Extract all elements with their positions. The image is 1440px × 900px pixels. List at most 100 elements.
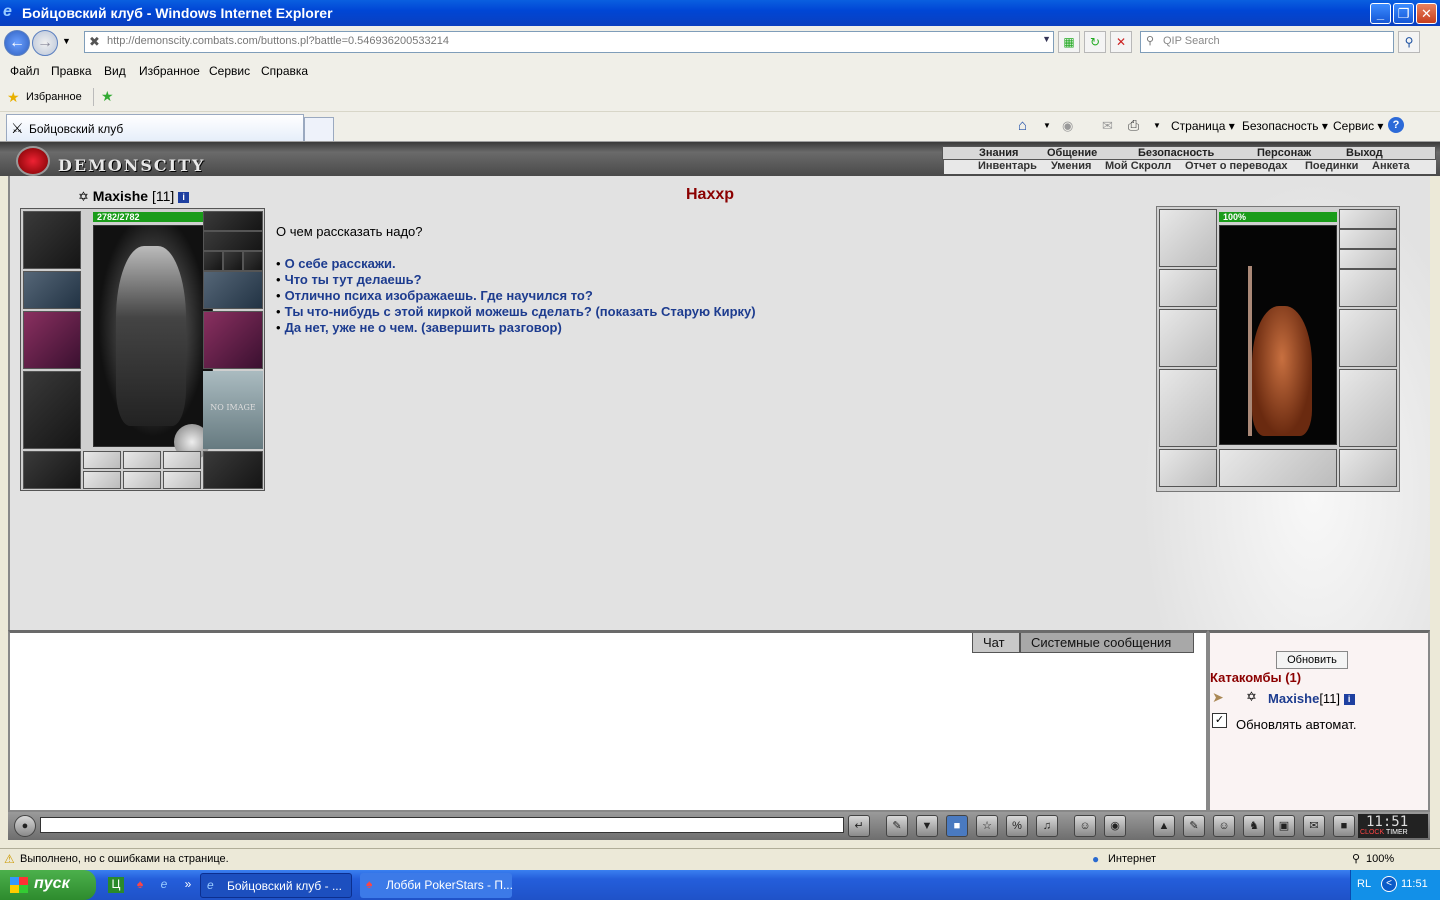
- refresh-icon[interactable]: ↻: [1084, 31, 1106, 53]
- refresh-button[interactable]: Обновить: [1276, 651, 1348, 669]
- smiley-icon[interactable]: ☺: [1074, 815, 1096, 837]
- ring3-slot[interactable]: [243, 251, 263, 271]
- home-dropdown-icon[interactable]: ▼: [1043, 121, 1051, 130]
- close-window-button[interactable]: ✕: [1416, 3, 1437, 24]
- dialog-option-psycho[interactable]: • Отлично психа изображаешь. Где научился…: [276, 288, 756, 304]
- history-dropdown-icon[interactable]: ▼: [62, 36, 71, 46]
- clan-icon[interactable]: ♞: [1243, 815, 1265, 837]
- subnav-skills[interactable]: Умения: [1051, 160, 1091, 172]
- minimize-button[interactable]: _: [1370, 3, 1391, 24]
- quicklaunch-app-icon[interactable]: Ц: [108, 877, 124, 893]
- dialog-option-end-talk[interactable]: • Да нет, уже не о чем. (завершить разгов…: [276, 320, 756, 336]
- helmet-icon[interactable]: ◉: [1104, 815, 1126, 837]
- run-icon[interactable]: ☆: [976, 815, 998, 837]
- boots-slot[interactable]: [203, 451, 263, 489]
- dialog-option-about-self[interactable]: • О себе расскажи.: [276, 256, 756, 272]
- language-indicator[interactable]: RL: [1357, 878, 1371, 890]
- nav-security[interactable]: Безопасность: [1138, 147, 1214, 159]
- private-message-icon[interactable]: ➤: [1212, 689, 1224, 706]
- compatibility-icon[interactable]: ▦: [1058, 31, 1080, 53]
- chat-area[interactable]: Чат Системные сообщения: [8, 630, 1208, 812]
- add-favorite-icon[interactable]: ★: [101, 88, 114, 105]
- safety-menu[interactable]: Безопасность ▾: [1242, 119, 1328, 133]
- clear-icon[interactable]: ✎: [886, 815, 908, 837]
- subnav-my-scroll[interactable]: Мой Скролл: [1105, 160, 1171, 172]
- favorites-button[interactable]: Избранное: [26, 91, 82, 103]
- home-icon[interactable]: ⌂: [1018, 117, 1027, 134]
- player-avatar[interactable]: [93, 225, 213, 460]
- search-go-button[interactable]: ⚲: [1398, 31, 1420, 53]
- tab-fight-club[interactable]: ⚔ Бойцовский клуб: [6, 114, 304, 141]
- player-info-icon[interactable]: i: [178, 192, 190, 203]
- nav-character[interactable]: Персонаж: [1257, 147, 1311, 159]
- menu-help[interactable]: Справка: [261, 64, 308, 78]
- menu-tools[interactable]: Сервис: [209, 64, 250, 78]
- address-dropdown-icon[interactable]: ▼: [1042, 34, 1051, 44]
- rune-slot-2[interactable]: [123, 451, 161, 469]
- nav-knowledge[interactable]: Знания: [979, 147, 1018, 159]
- armor-slot[interactable]: [23, 371, 81, 449]
- bracers-slot[interactable]: [23, 271, 81, 309]
- scroll-slot-3[interactable]: [163, 471, 201, 489]
- task-pokerstars[interactable]: ♠ Лобби PokerStars - П...: [360, 873, 512, 898]
- dialog-option-show-pickaxe[interactable]: • Ты что-нибудь с этой киркой можешь сдел…: [276, 304, 756, 320]
- amulet-slot[interactable]: [203, 231, 263, 251]
- scroll-slot-2[interactable]: [123, 471, 161, 489]
- ring1-slot[interactable]: [203, 251, 223, 271]
- belt-slot[interactable]: [23, 451, 81, 489]
- helmet-slot[interactable]: [23, 211, 81, 269]
- quest-icon[interactable]: ✎: [1183, 815, 1205, 837]
- filter-icon[interactable]: ▼: [916, 815, 938, 837]
- mail-icon[interactable]: ✉: [1102, 118, 1113, 134]
- auto-refresh-checkbox[interactable]: ✓: [1212, 713, 1227, 728]
- mail-icon[interactable]: ✉: [1303, 815, 1325, 837]
- menu-file[interactable]: Файл: [10, 64, 40, 78]
- tab-system-messages[interactable]: Системные сообщения: [1020, 633, 1194, 653]
- weapon-left-slot[interactable]: [23, 311, 81, 369]
- tray-expand-icon[interactable]: <: [1381, 876, 1397, 892]
- quicklaunch-ie-icon[interactable]: e: [156, 877, 172, 893]
- percent-icon[interactable]: %: [1006, 815, 1028, 837]
- chat-head-icon[interactable]: ●: [14, 815, 36, 837]
- back-button[interactable]: ←: [4, 30, 30, 56]
- menu-edit[interactable]: Правка: [51, 64, 92, 78]
- nav-communication[interactable]: Общение: [1047, 147, 1097, 159]
- tab-chat[interactable]: Чат: [972, 633, 1020, 653]
- feeds-icon[interactable]: ◉: [1062, 118, 1073, 134]
- warning-icon[interactable]: ⚠: [4, 852, 15, 866]
- forward-button[interactable]: →: [32, 30, 58, 56]
- room-user[interactable]: Maxishe[11] i: [1268, 691, 1355, 706]
- tray-clock[interactable]: 11:51: [1401, 878, 1428, 890]
- tools-menu[interactable]: Сервис ▾: [1333, 119, 1383, 133]
- print-dropdown-icon[interactable]: ▼: [1153, 121, 1161, 130]
- search-input[interactable]: ⚲ QIP Search: [1140, 31, 1394, 53]
- player-name[interactable]: Maxishe: [93, 188, 148, 204]
- address-bar[interactable]: ✖ http://demonscity.combats.com/buttons.…: [84, 31, 1054, 53]
- ring2-slot[interactable]: [223, 251, 243, 271]
- zoom-level[interactable]: 100%: [1366, 853, 1394, 865]
- menu-favorites[interactable]: Избранное: [139, 64, 200, 78]
- quicklaunch-more-icon[interactable]: »: [180, 877, 196, 893]
- gloves-slot[interactable]: [203, 271, 263, 309]
- print-icon[interactable]: ⎙: [1128, 117, 1139, 134]
- music-icon[interactable]: ♫: [1036, 815, 1058, 837]
- subnav-transfer-report[interactable]: Отчет о переводах: [1185, 160, 1288, 172]
- chat-input[interactable]: [40, 817, 844, 833]
- exit-icon[interactable]: ■: [1333, 815, 1355, 837]
- rune-slot-3[interactable]: [163, 451, 201, 469]
- subnav-inventory[interactable]: Инвентарь: [978, 160, 1037, 172]
- inventory-icon[interactable]: ▲: [1153, 815, 1175, 837]
- help-icon[interactable]: ?: [1388, 117, 1404, 133]
- menu-view[interactable]: Вид: [104, 64, 126, 78]
- nav-exit[interactable]: Выход: [1346, 147, 1383, 159]
- dialog-option-what-doing[interactable]: • Что ты тут делаешь?: [276, 272, 756, 288]
- maximize-button[interactable]: ❐: [1393, 3, 1414, 24]
- new-tab-button[interactable]: [304, 117, 334, 141]
- weapon-right-slot[interactable]: [203, 311, 263, 369]
- room-user-info-icon[interactable]: i: [1343, 694, 1355, 705]
- window-title-bar[interactable]: e Бойцовский клуб - Windows Internet Exp…: [0, 0, 1440, 26]
- bag-icon[interactable]: ▣: [1273, 815, 1295, 837]
- subnav-profile[interactable]: Анкета: [1372, 160, 1410, 172]
- leggings-slot-empty[interactable]: NO IMAGE: [203, 371, 263, 449]
- subnav-battles[interactable]: Поединки: [1305, 160, 1358, 172]
